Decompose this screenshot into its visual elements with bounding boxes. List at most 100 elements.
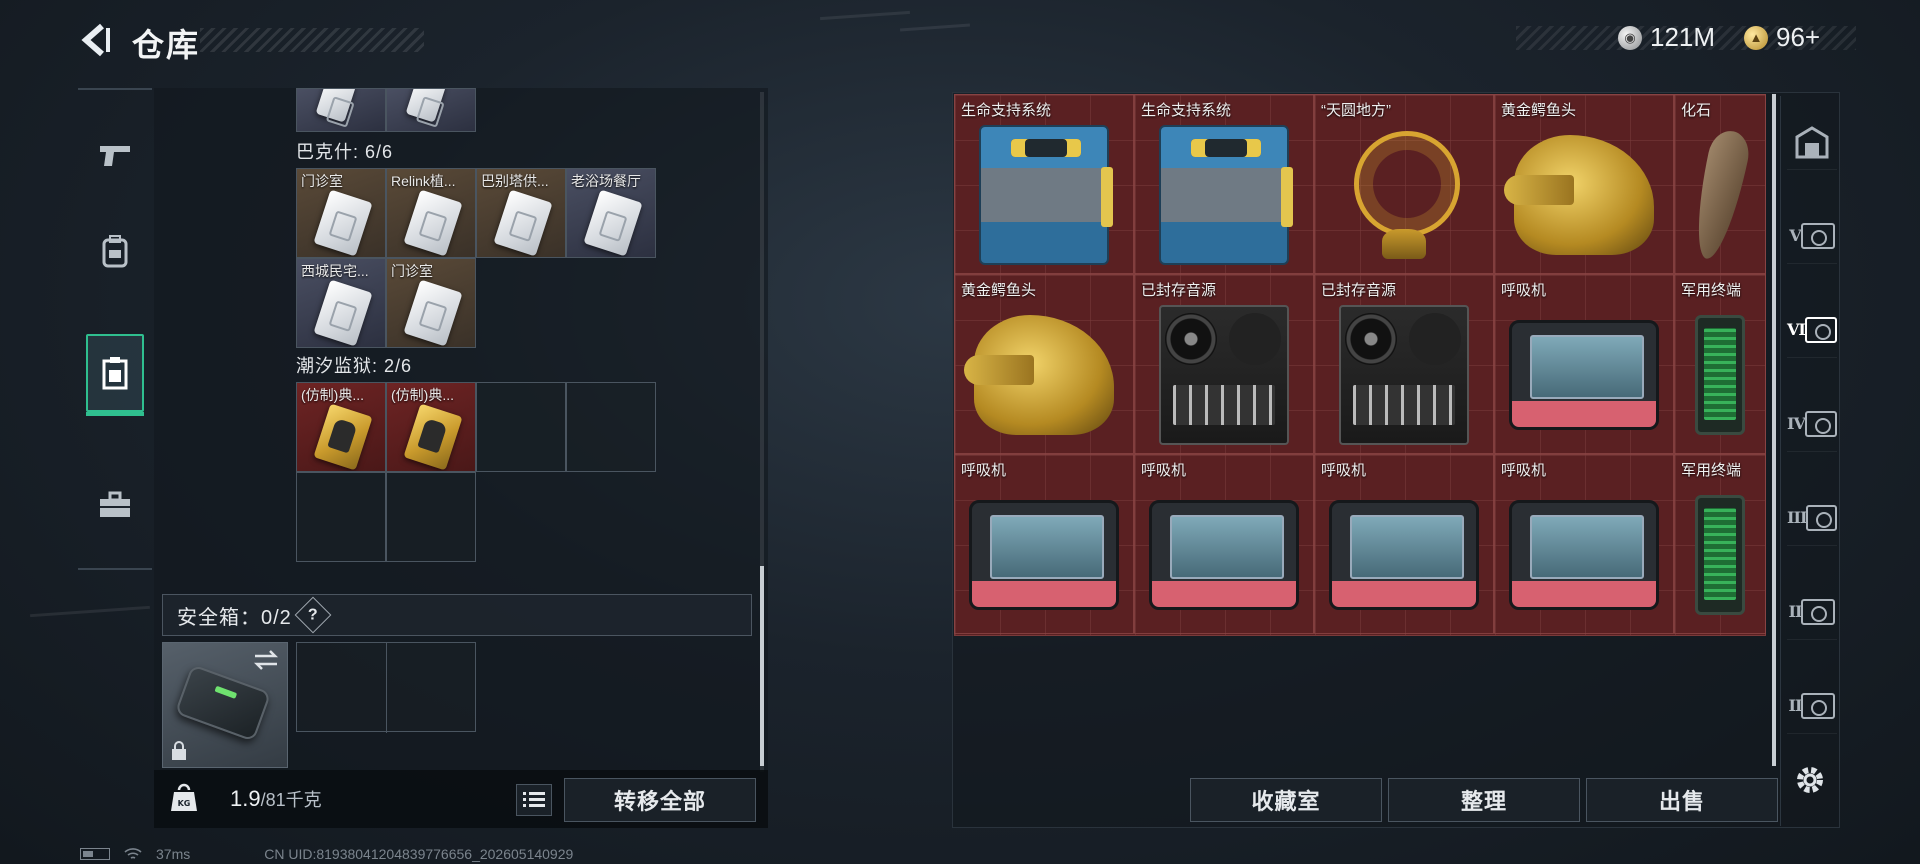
cell-label: Relink植...: [391, 173, 456, 189]
item-label: 呼吸机: [1501, 462, 1547, 479]
item-label: 呼吸机: [1321, 462, 1367, 479]
item-ventilator[interactable]: 呼吸机: [1494, 454, 1674, 634]
key-card-cell[interactable]: (仿制)典...: [386, 382, 476, 472]
item-sealed-audio[interactable]: 已封存音源: [1314, 274, 1494, 454]
tier-label: II: [1788, 602, 1803, 621]
item-label: 黄金鳄鱼头: [1501, 102, 1577, 119]
gold-croc-head-icon: [964, 314, 1114, 435]
gold-card-icon: [403, 403, 463, 471]
transfer-all-button[interactable]: 转移全部: [564, 778, 756, 822]
key-card-icon: [313, 279, 373, 347]
empty-slot[interactable]: [476, 382, 566, 472]
key-card-cell[interactable]: 门诊室: [386, 258, 476, 348]
tab-stash-iv[interactable]: IV: [1787, 396, 1837, 452]
gold-coin-icon: ▲: [1744, 25, 1768, 50]
armillary-sphere-icon: [1344, 125, 1464, 265]
warehouse-scrollbar[interactable]: [1772, 94, 1776, 766]
help-icon[interactable]: ?: [294, 596, 332, 634]
item-life-support[interactable]: 生命支持系统: [954, 94, 1134, 274]
item-ventilator[interactable]: 呼吸机: [954, 454, 1134, 634]
item-life-support[interactable]: 生命支持系统: [1134, 94, 1314, 274]
key-card-icon: [405, 89, 447, 123]
swap-icon[interactable]: [253, 649, 279, 671]
item-armillary[interactable]: “天圆地方”: [1314, 94, 1494, 274]
wifi-icon: [124, 848, 142, 859]
gold-croc-head-icon: [1504, 134, 1654, 255]
key-card-cell[interactable]: Relink植...: [386, 168, 476, 258]
cell-label: (仿制)典...: [391, 387, 454, 403]
key-card-cell[interactable]: 巴别塔供...: [476, 168, 566, 258]
rail-equipment[interactable]: [78, 212, 152, 290]
item-military-terminal[interactable]: 军用终端: [1674, 274, 1766, 454]
stash-box-icon: [1801, 692, 1836, 719]
life-support-icon: [1159, 124, 1293, 265]
military-terminal-icon: [1695, 494, 1745, 615]
stash-box-icon: [1801, 598, 1836, 625]
status-bar: 37ms CN UID:8193804120483977665​6_202605…: [80, 844, 573, 864]
empty-slot[interactable]: [386, 472, 476, 562]
gold-currency[interactable]: ▲ 96+: [1744, 22, 1820, 53]
item-gold-croc-head[interactable]: 黄金鳄鱼头: [954, 274, 1134, 454]
battery-icon: [80, 848, 110, 860]
stash-cell-partial[interactable]: [386, 88, 476, 132]
item-military-terminal[interactable]: 军用终端: [1674, 454, 1766, 634]
key-card-cell[interactable]: 西城民宅...: [296, 258, 386, 348]
sell-button[interactable]: 出售: [1586, 778, 1778, 822]
clipboard-icon: [102, 357, 128, 390]
key-card-cell[interactable]: (仿制)典...: [296, 382, 386, 472]
backpack-scroll-thumb[interactable]: [760, 566, 764, 766]
tab-stash-vi[interactable]: VI: [1787, 302, 1837, 358]
page-title: 仓库: [132, 27, 201, 63]
ventilator-icon: [1149, 499, 1299, 610]
key-card-cell[interactable]: 门诊室: [296, 168, 386, 258]
item-fossil[interactable]: 化石: [1674, 94, 1766, 274]
tier-label: IV: [1787, 414, 1806, 433]
empty-slot[interactable]: [296, 472, 386, 562]
rail-weapons[interactable]: [78, 116, 152, 194]
tab-stash-ii[interactable]: II: [1787, 584, 1837, 640]
category-rail: [78, 88, 152, 570]
stash-box-icon: [1806, 504, 1837, 531]
stash-cell-partial[interactable]: [296, 88, 386, 132]
item-ventilator[interactable]: 呼吸机: [1134, 454, 1314, 634]
item-label: 呼吸机: [1501, 282, 1547, 299]
item-gold-croc-head[interactable]: 黄金鳄鱼头: [1494, 94, 1674, 274]
key-card-cell[interactable]: 老浴场餐厅: [566, 168, 656, 258]
back-arrow-icon[interactable]: [80, 22, 112, 58]
rail-cases[interactable]: [78, 466, 152, 544]
stash-box-icon: [1804, 410, 1837, 437]
collection-room-button[interactable]: 收藏室: [1190, 778, 1382, 822]
tab-stash-v[interactable]: V: [1787, 208, 1837, 264]
list-view-button[interactable]: [516, 784, 552, 816]
safe-case-slot[interactable]: [162, 642, 288, 768]
reel-recorder-icon: [1159, 304, 1289, 445]
stash-box-icon: [1800, 222, 1835, 249]
briefcase-icon: [100, 491, 130, 517]
header: 仓库 ◉ 121M ▲ 96+: [0, 0, 1920, 80]
key-card-icon: [403, 279, 463, 347]
item-ventilator[interactable]: 呼吸机: [1314, 454, 1494, 634]
tier-label: VI: [1787, 320, 1806, 339]
tab-stash-ii-b[interactable]: II: [1787, 678, 1837, 734]
section-label-tide-prison: 潮汐监狱: 2/6: [296, 356, 413, 376]
backpack-icon: [102, 235, 128, 268]
gold-amount: 96+: [1776, 22, 1821, 52]
silver-amount: 121M: [1650, 22, 1716, 52]
tier-label: II: [1788, 696, 1803, 715]
tab-stash-iii[interactable]: III: [1787, 490, 1837, 546]
ventilator-icon: [969, 499, 1119, 610]
sort-button[interactable]: 整理: [1388, 778, 1580, 822]
gear-icon[interactable]: [1792, 762, 1828, 798]
safe-box-slots[interactable]: [296, 642, 476, 733]
life-support-icon: [979, 124, 1113, 265]
tab-vault-all[interactable]: [1787, 114, 1837, 170]
item-label: 呼吸机: [961, 462, 1007, 479]
item-label: 黄金鳄鱼头: [961, 282, 1037, 299]
ping-readout: 37ms: [156, 846, 191, 862]
item-ventilator[interactable]: 呼吸机: [1494, 274, 1674, 454]
item-sealed-audio[interactable]: 已封存音源: [1134, 274, 1314, 454]
empty-slot[interactable]: [566, 382, 656, 472]
safe-box-header: 安全箱：0/2 ?: [162, 594, 752, 636]
rail-inventory[interactable]: [86, 334, 144, 416]
cell-label: 巴别塔供...: [481, 173, 549, 189]
